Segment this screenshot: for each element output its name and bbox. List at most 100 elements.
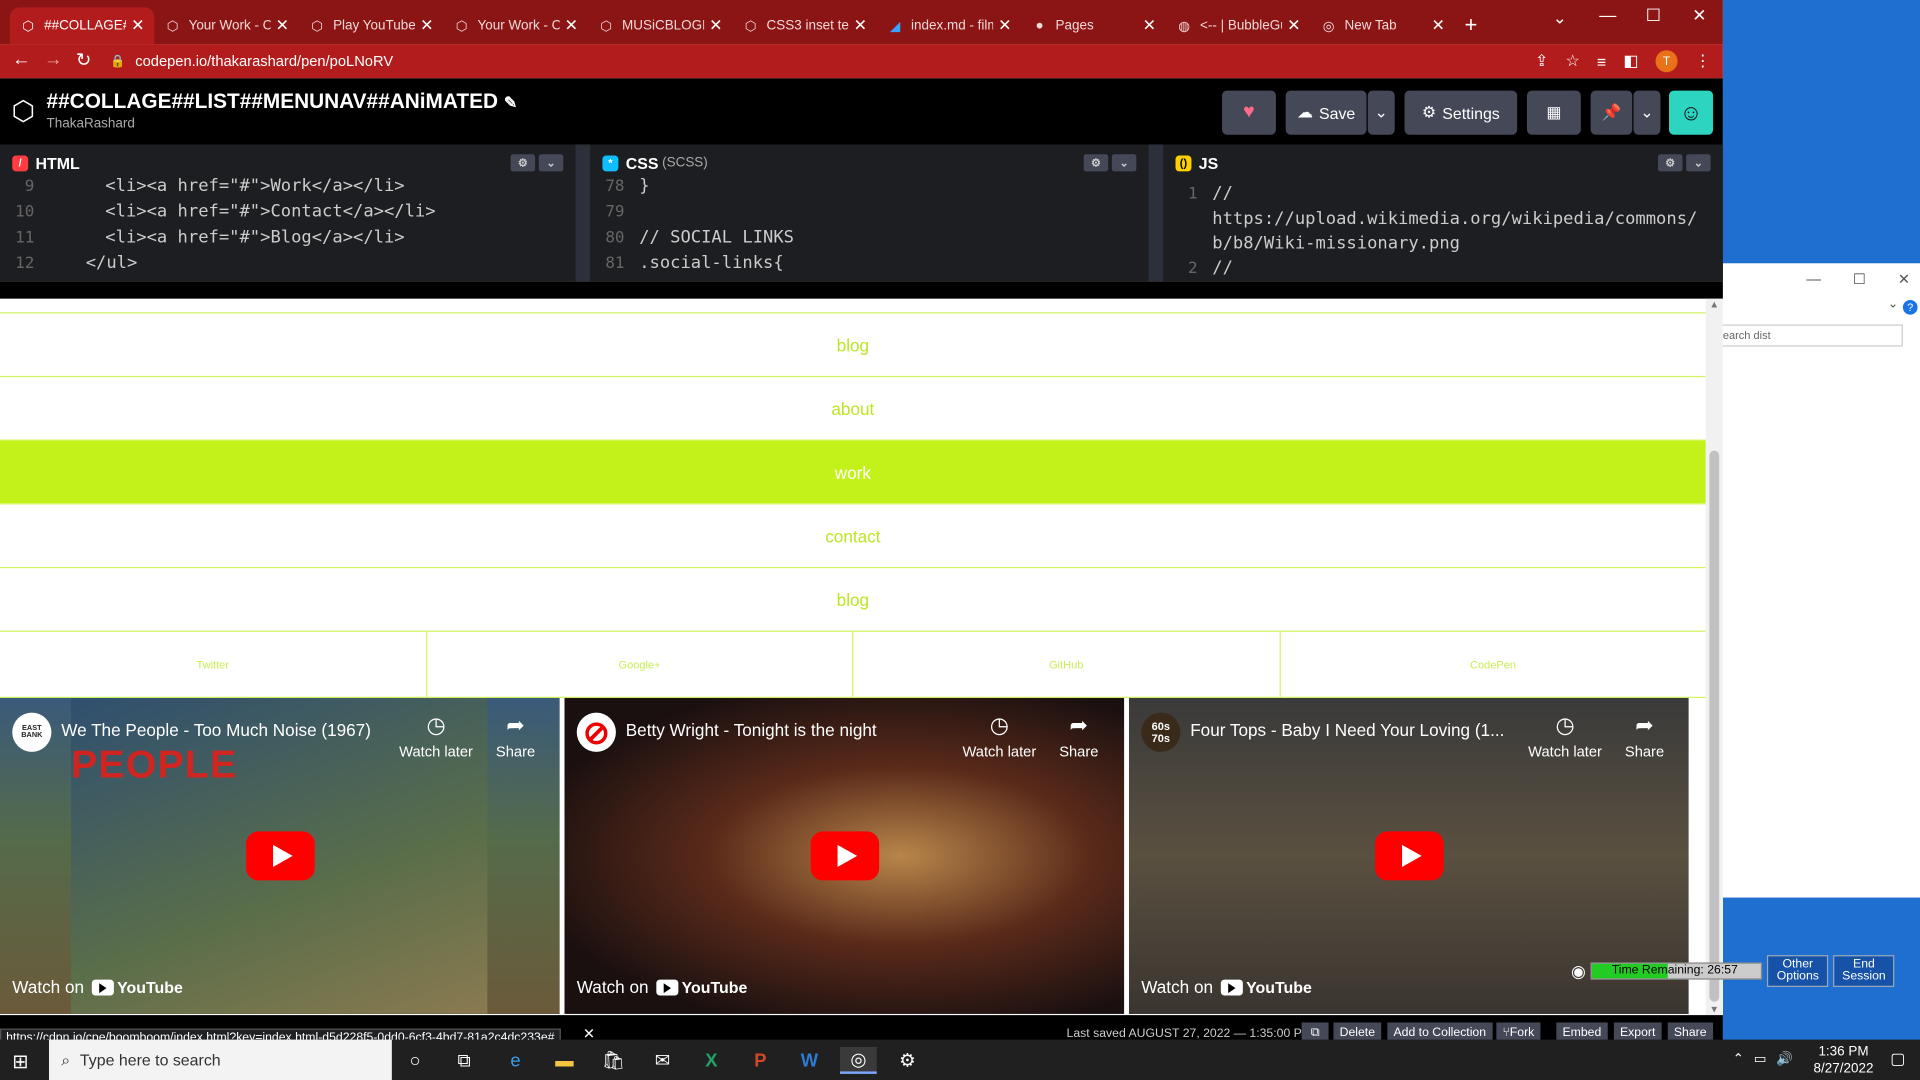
layout-button[interactable]: ▦ (1526, 90, 1581, 135)
play-button[interactable] (245, 831, 315, 881)
editor-preview-divider[interactable] (0, 281, 1723, 299)
codepen-logo-icon[interactable]: ⬡ (7, 96, 39, 128)
task-view-icon[interactable]: ⧉ (451, 1047, 478, 1074)
network-icon[interactable]: ▭ (1754, 1051, 1767, 1067)
chrome-icon[interactable]: ◎ (840, 1046, 877, 1074)
close-tab-icon[interactable]: ✕ (709, 16, 722, 36)
save-button[interactable]: ☁ Save (1285, 90, 1367, 135)
powerpoint-icon[interactable]: P (747, 1047, 774, 1074)
scrollbar-thumb[interactable] (1709, 450, 1720, 1002)
play-button[interactable] (810, 831, 879, 881)
close-tab-icon[interactable]: ✕ (420, 16, 433, 36)
watch-later-button[interactable]: ◷ Watch later (962, 713, 1036, 761)
pin-dropdown-button[interactable]: ⌄ (1633, 90, 1661, 135)
youtube-embed[interactable]: ⊘ Betty Wright - Tonight is the night ◷ W… (564, 697, 1125, 1014)
code-area[interactable]: 78} 79 80// SOCIAL LINKS 81 .social-links… (590, 174, 1148, 277)
background-window[interactable]: — ☐ ✕ ⌄ ? earch dist (1708, 263, 1920, 898)
watch-on-youtube[interactable]: Watch on YouTube (577, 977, 748, 997)
close-tab-icon[interactable]: ✕ (998, 16, 1011, 36)
watch-later-button[interactable]: ◷ Watch later (1528, 713, 1602, 761)
close-tab-icon[interactable]: ✕ (1287, 16, 1300, 36)
share-button[interactable]: ➦ Share (1625, 713, 1664, 761)
gear-icon[interactable]: ⚙ (1657, 154, 1683, 172)
close-icon[interactable]: ✕ (1898, 271, 1910, 288)
menu-item-blog[interactable]: blog (0, 312, 1706, 376)
minimize-icon[interactable]: — (1806, 271, 1821, 288)
channel-avatar[interactable]: EAST BANK (12, 712, 52, 752)
preview-scrollbar[interactable]: ▲ ▼ (1705, 298, 1723, 1016)
pin-button[interactable]: 📌 (1590, 90, 1633, 135)
maximize-icon[interactable]: ☐ (1646, 5, 1661, 26)
video-title[interactable]: We The People - Too Much Noise (1967) (61, 720, 371, 740)
user-avatar[interactable]: ☺ (1668, 90, 1714, 135)
social-link-googleplus[interactable]: Google+ (427, 631, 854, 697)
tab[interactable]: ◎ New Tab ✕ (1310, 7, 1454, 44)
tab[interactable]: ⬡ Your Work - Co ✕ (154, 7, 298, 44)
youtube-embed[interactable]: PEOPLE EAST BANK We The People - Too Muc… (0, 697, 560, 1014)
close-tab-icon[interactable]: ✕ (1143, 16, 1156, 36)
tab[interactable]: ⬡ MUSiCBLOGLA ✕ (588, 7, 732, 44)
close-tab-icon[interactable]: ✕ (1432, 16, 1445, 36)
share-icon[interactable]: ⇪ (1535, 51, 1548, 71)
new-tab-button[interactable]: + (1465, 12, 1478, 38)
minimize-icon[interactable]: — (1599, 5, 1616, 25)
other-options-button[interactable]: Other Options (1767, 955, 1829, 987)
tab[interactable]: ◢ index.md - film ✕ (877, 7, 1021, 44)
watch-later-button[interactable]: ◷ Watch later (399, 713, 473, 761)
reload-icon[interactable]: ↻ (76, 49, 91, 71)
resize-handle[interactable] (1148, 144, 1164, 282)
windows-start-icon[interactable]: ⊞ (12, 1049, 28, 1073)
chevron-down-icon[interactable]: ⌄ (1888, 298, 1898, 311)
taskbar-clock[interactable]: 1:36 PM 8/27/2022 (1814, 1043, 1874, 1077)
pen-author[interactable]: ThakaRashard (47, 116, 135, 131)
tab[interactable]: ⬡ ##COLLAGE## ✕ (9, 7, 155, 45)
menu-icon[interactable]: ⋮ (1695, 51, 1711, 71)
media-icon[interactable]: ≡ (1597, 52, 1606, 70)
chevron-down-icon[interactable]: ⌄ (1111, 154, 1137, 172)
save-dropdown-button[interactable]: ⌄ (1367, 90, 1395, 135)
forward-icon[interactable]: → (44, 49, 62, 70)
watch-on-youtube[interactable]: Watch on YouTube (12, 977, 183, 997)
channel-avatar[interactable]: ⊘ (576, 712, 616, 752)
html-editor[interactable]: / HTML ⚙ ⌄ 9 <li><a href="#">Work</a></li> … (0, 144, 576, 282)
tab[interactable]: ⬡ Play YouTube o✕ (299, 7, 443, 44)
play-button[interactable] (1374, 831, 1444, 881)
resize-handle[interactable] (575, 144, 591, 282)
url-field[interactable]: 🔒 codepen.io/thakarashard/pen/poLNoRV (110, 48, 1518, 75)
scroll-up-icon[interactable]: ▲ (1709, 299, 1719, 310)
chevron-down-icon[interactable]: ⌄ (1686, 154, 1711, 172)
close-tab-icon[interactable]: ✕ (131, 16, 144, 36)
channel-avatar[interactable]: 60s 70s (1141, 712, 1181, 752)
menu-item-blog[interactable]: blog (0, 566, 1706, 631)
gear-icon[interactable]: ⚙ (510, 154, 536, 172)
settings-button[interactable]: ⚙ Settings (1404, 90, 1518, 135)
edit-pencil-icon[interactable]: ✎ (504, 93, 517, 111)
chevron-down-icon[interactable]: ⌄ (538, 154, 564, 172)
menu-item-contact[interactable]: contact (0, 503, 1706, 567)
social-link-github[interactable]: GitHub (853, 631, 1281, 697)
end-session-button[interactable]: End Session (1833, 955, 1895, 987)
close-tab-icon[interactable]: ✕ (565, 16, 578, 36)
tab[interactable]: ⬡ CSS3 inset text ✕ (732, 7, 876, 44)
sidepanel-icon[interactable]: ◧ (1623, 51, 1638, 71)
social-link-codepen[interactable]: CodePen (1280, 632, 1706, 697)
back-icon[interactable]: ← (12, 49, 30, 70)
volume-icon[interactable]: 🔊 (1776, 1051, 1793, 1067)
menu-item-about[interactable]: about (0, 375, 1706, 440)
code-area[interactable]: 1 // https://upload.wikimedia.org/wikiped… (1163, 181, 1723, 281)
close-tab-icon[interactable]: ✕ (854, 16, 867, 36)
tray-chevron-icon[interactable]: ⌃ (1733, 1051, 1744, 1067)
tab-search-icon[interactable]: ⌄ (1553, 7, 1567, 28)
taskbar-search[interactable]: ⌕ Type here to search (48, 1039, 392, 1080)
settings-app-icon[interactable]: ⚙ (894, 1047, 921, 1074)
share-button[interactable]: ➦ Share (496, 713, 535, 761)
video-title[interactable]: Four Tops - Baby I Need Your Loving (1..… (1190, 720, 1504, 740)
menu-item-work[interactable]: work (0, 439, 1706, 504)
word-icon[interactable]: W (796, 1047, 823, 1074)
close-tab-icon[interactable]: ✕ (276, 16, 289, 36)
scroll-down-icon[interactable]: ▼ (1709, 1004, 1719, 1015)
star-icon[interactable]: ☆ (1565, 51, 1579, 71)
help-icon[interactable]: ? (1902, 300, 1918, 315)
file-explorer-icon[interactable]: ▬ (551, 1047, 578, 1074)
code-area[interactable]: 9 <li><a href="#">Work</a></li> 10 <li><a … (0, 174, 576, 277)
